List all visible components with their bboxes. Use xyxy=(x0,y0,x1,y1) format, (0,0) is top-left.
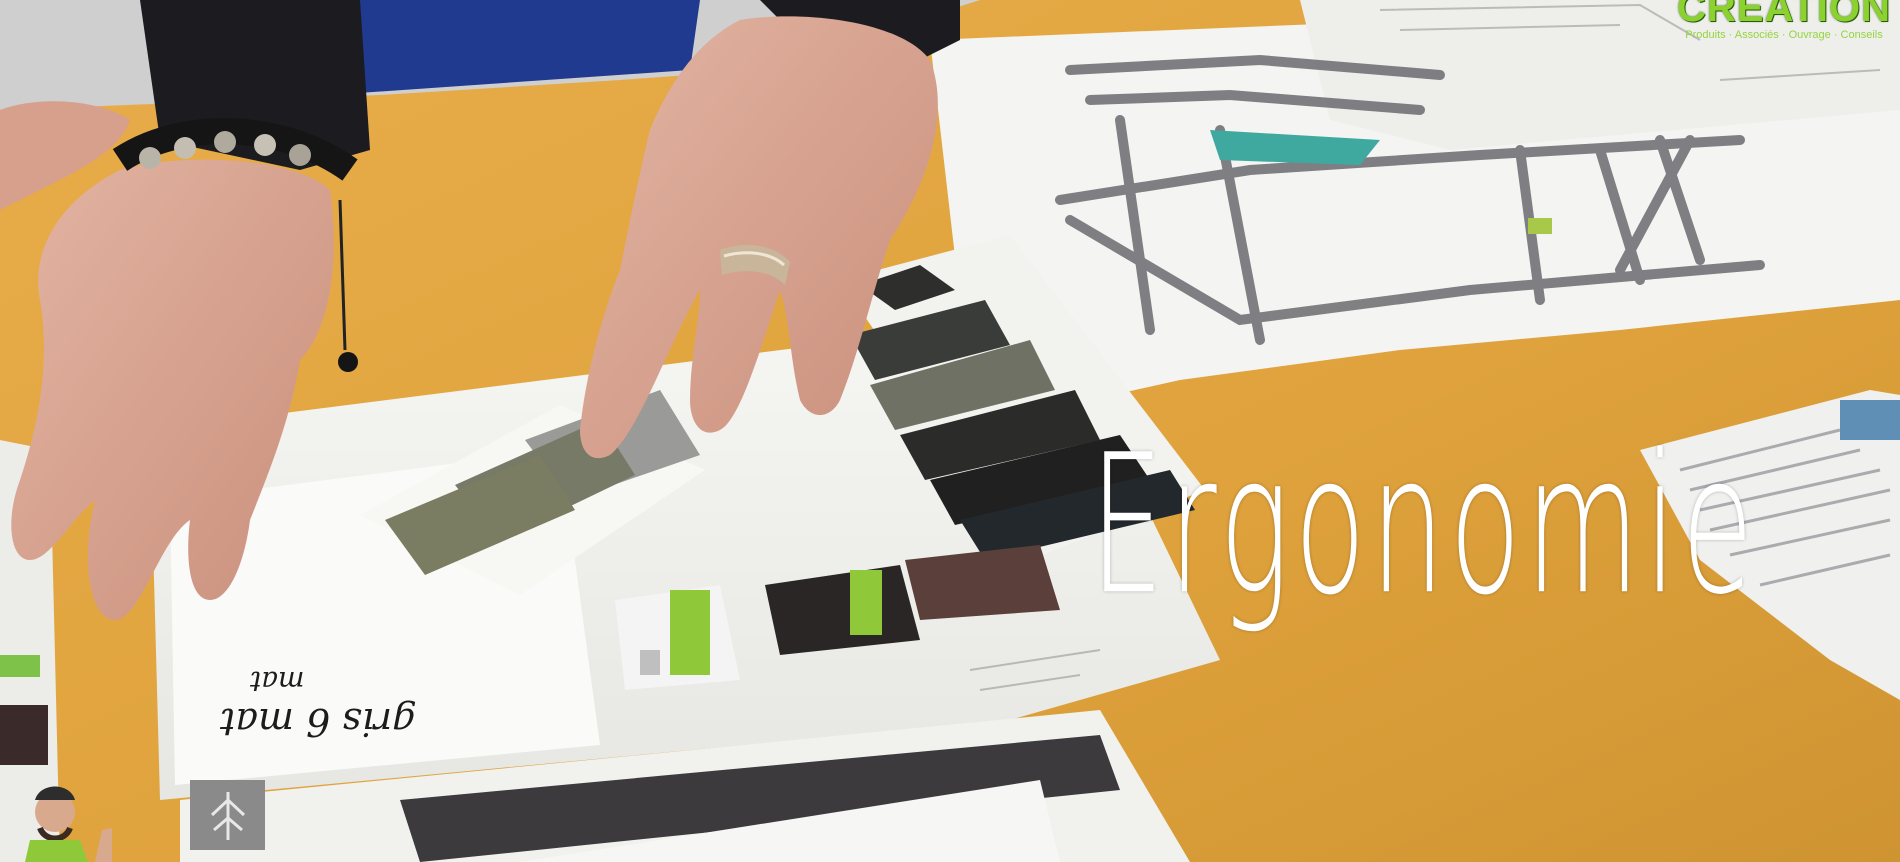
paper-left-dark-block xyxy=(0,705,48,765)
handwritten-note: gris 6 mat xyxy=(220,700,417,744)
paper-left-green-tag xyxy=(0,655,40,677)
brand-logo-title: CREATION xyxy=(1677,0,1891,30)
handwritten-note-secondary: mat xyxy=(250,665,305,698)
brand-logo-tagline: Produits · Associés · Ouvrage · Conseils xyxy=(1685,29,1883,41)
document-right-photo xyxy=(1840,400,1900,440)
brand-logo: CREATION Produits · Associés · Ouvrage ·… xyxy=(1668,0,1900,41)
video-caption: Ergonomie xyxy=(1090,414,1759,638)
video-frame: CREATION Produits · Associés · Ouvrage ·… xyxy=(0,0,1900,862)
plan-green-dot xyxy=(1528,218,1552,234)
house-render-1 xyxy=(615,585,740,690)
